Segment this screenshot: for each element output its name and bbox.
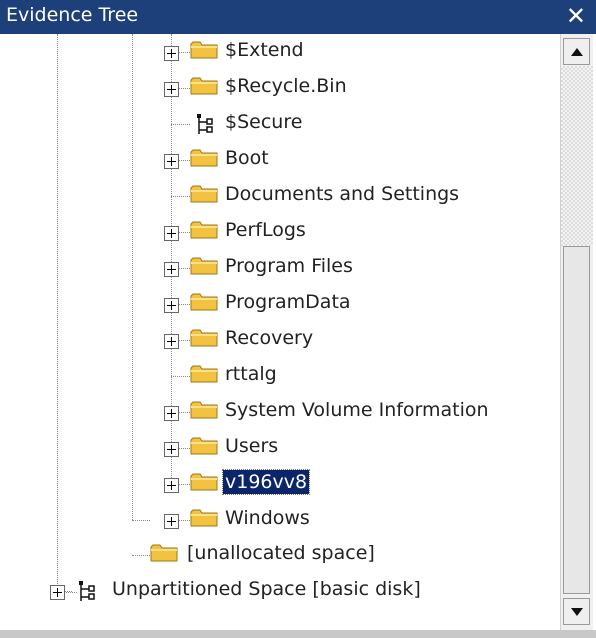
bottom-border xyxy=(0,630,596,638)
tree-item-label: ProgramData xyxy=(225,291,351,313)
expand-icon[interactable] xyxy=(164,154,179,169)
scroll-thumb[interactable] xyxy=(563,246,590,594)
tree-item[interactable]: PerfLogs xyxy=(0,214,560,250)
evidence-tree: $Extend $Recycle.Bin $Secure Boot Documents … xyxy=(0,34,560,630)
expand-icon[interactable] xyxy=(164,442,179,457)
tree-node-icon xyxy=(78,580,96,602)
tree-item[interactable]: $Recycle.Bin xyxy=(0,70,560,106)
folder-icon xyxy=(190,328,218,348)
scroll-down-button[interactable] xyxy=(563,598,590,625)
tree-item[interactable]: Documents and Settings xyxy=(0,178,560,214)
tree-item-label: Boot xyxy=(225,147,269,169)
folder-icon xyxy=(190,76,218,96)
expand-icon[interactable] xyxy=(164,406,179,421)
folder-icon xyxy=(190,256,218,276)
expand-icon[interactable] xyxy=(164,298,179,313)
expand-icon[interactable] xyxy=(50,585,65,600)
tree-item-label: System Volume Information xyxy=(225,399,489,421)
tree-item-label: v196vv8 xyxy=(221,469,311,495)
tree-item[interactable]: Unpartitioned Space [basic disk] xyxy=(0,573,560,609)
tree-item-label: $Recycle.Bin xyxy=(225,75,347,97)
expand-icon[interactable] xyxy=(164,334,179,349)
tree-guide-line xyxy=(171,124,190,125)
tree-item[interactable]: v196vv8 xyxy=(0,466,560,502)
expand-icon[interactable] xyxy=(164,46,179,61)
tree-node-icon xyxy=(196,113,214,135)
folder-icon xyxy=(150,543,178,563)
expand-icon[interactable] xyxy=(164,262,179,277)
tree-item-label: PerfLogs xyxy=(225,219,306,241)
tree-item[interactable]: $Secure xyxy=(0,106,560,142)
folder-icon xyxy=(190,400,218,420)
folder-icon xyxy=(190,472,218,492)
tree-item[interactable]: Program Files xyxy=(0,250,560,286)
tree-item[interactable]: $Extend xyxy=(0,34,560,70)
expand-icon[interactable] xyxy=(164,226,179,241)
tree-guide-line xyxy=(171,196,190,197)
folder-icon xyxy=(190,40,218,60)
tree-item[interactable]: Recovery xyxy=(0,322,560,358)
expand-icon[interactable] xyxy=(164,514,179,529)
tree-item-label: $Secure xyxy=(225,111,303,133)
folder-icon xyxy=(190,220,218,240)
window-title: Evidence Tree xyxy=(6,4,139,26)
scroll-track[interactable] xyxy=(561,66,593,246)
folder-icon xyxy=(190,184,218,204)
tree-item-label: Documents and Settings xyxy=(225,183,460,205)
tree-item-label: $Extend xyxy=(225,39,304,61)
title-bar: Evidence Tree ✕ xyxy=(0,0,596,34)
tree-item-label: Windows xyxy=(225,507,310,529)
tree-item[interactable]: ProgramData xyxy=(0,286,560,322)
tree-guide-line xyxy=(171,376,190,377)
tree-item[interactable]: Windows xyxy=(0,502,560,538)
folder-icon xyxy=(190,508,218,528)
tree-item-label: Unpartitioned Space [basic disk] xyxy=(112,578,421,600)
expand-icon[interactable] xyxy=(164,478,179,493)
folder-icon xyxy=(190,292,218,312)
tree-guide-line xyxy=(132,555,150,556)
tree-item-label: [unallocated space] xyxy=(187,542,375,564)
tree-item-label: Users xyxy=(225,435,279,457)
vertical-scrollbar[interactable] xyxy=(560,34,593,630)
tree-item-label: Program Files xyxy=(225,255,353,277)
folder-icon xyxy=(190,148,218,168)
tree-item[interactable]: System Volume Information xyxy=(0,394,560,430)
scroll-up-button[interactable] xyxy=(563,38,590,65)
tree-item[interactable]: Users xyxy=(0,430,560,466)
tree-item[interactable]: Boot xyxy=(0,142,560,178)
arrow-up-icon xyxy=(571,48,583,56)
arrow-down-icon xyxy=(571,608,583,616)
expand-icon[interactable] xyxy=(164,82,179,97)
tree-item[interactable]: [unallocated space] xyxy=(0,537,560,573)
folder-icon xyxy=(190,436,218,456)
tree-item-label: rttalg xyxy=(225,363,277,385)
folder-icon xyxy=(190,364,218,384)
close-icon[interactable]: ✕ xyxy=(566,1,586,31)
tree-item-label: Recovery xyxy=(225,327,314,349)
tree-item[interactable]: rttalg xyxy=(0,358,560,394)
